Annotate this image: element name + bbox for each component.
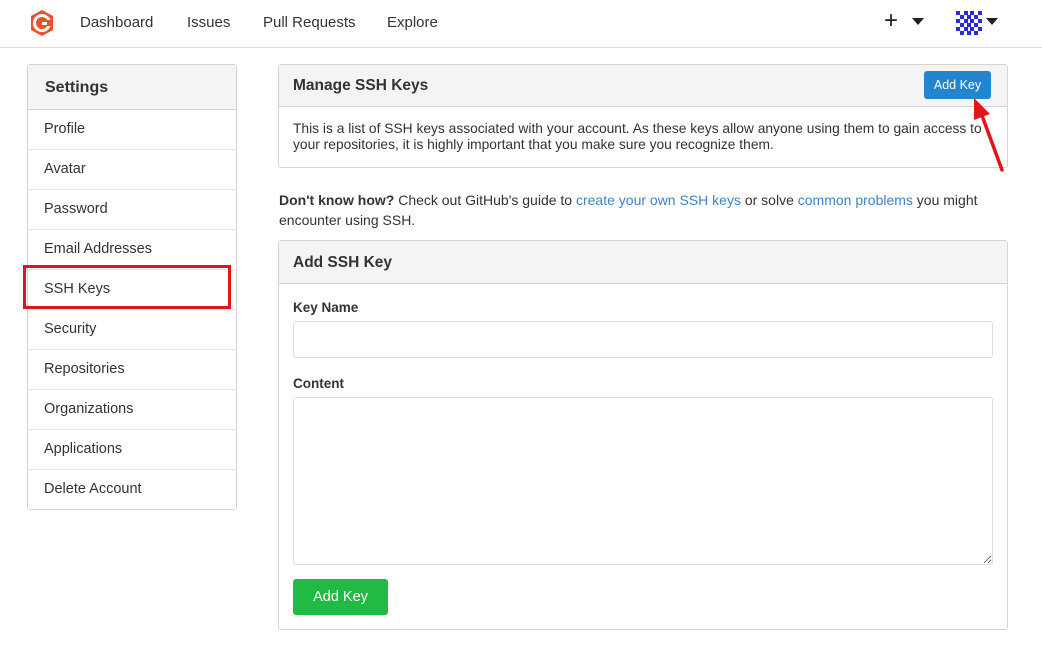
nav-explore[interactable]: Explore (387, 14, 438, 31)
sidebar-item-email-addresses[interactable]: Email Addresses (28, 230, 236, 270)
sidebar-title: Settings (28, 65, 236, 110)
sidebar-item-profile[interactable]: Profile (28, 110, 236, 150)
caret-down-icon (912, 18, 924, 25)
nav-issues[interactable]: Issues (187, 14, 230, 31)
sidebar-item-security[interactable]: Security (28, 310, 236, 350)
add-ssh-key-header: Add SSH Key (279, 241, 1007, 284)
help-bold: Don't know how? (279, 192, 395, 208)
key-name-input[interactable] (293, 321, 993, 358)
ssh-help-text: Don't know how? Check out GitHub's guide… (279, 190, 1009, 230)
plus-icon: + (884, 7, 899, 34)
user-menu-dropdown[interactable] (954, 9, 1000, 37)
sidebar-item-password[interactable]: Password (28, 190, 236, 230)
top-navbar: Dashboard Issues Pull Requests Explore + (0, 0, 1042, 48)
add-ssh-key-panel: Add SSH Key Key Name Content Add Key (278, 240, 1008, 630)
content-textarea[interactable] (293, 397, 993, 565)
sidebar-item-applications[interactable]: Applications (28, 430, 236, 470)
gitea-logo-icon[interactable] (28, 9, 56, 37)
sidebar-item-repositories[interactable]: Repositories (28, 350, 236, 390)
create-ssh-keys-link[interactable]: create your own SSH keys (576, 192, 741, 208)
key-name-label: Key Name (293, 300, 359, 315)
sidebar-item-organizations[interactable]: Organizations (28, 390, 236, 430)
help-text-1: Check out GitHub's guide to (394, 192, 576, 208)
nav-pull-requests[interactable]: Pull Requests (263, 14, 356, 31)
sidebar-item-delete-account[interactable]: Delete Account (28, 470, 236, 510)
content-label: Content (293, 376, 344, 391)
avatar-icon (956, 11, 982, 37)
manage-ssh-keys-panel: Manage SSH Keys Add Key This is a list o… (278, 64, 1008, 168)
ssh-keys-description: This is a list of SSH keys associated wi… (293, 121, 982, 152)
manage-ssh-keys-title: Manage SSH Keys (293, 77, 429, 94)
create-new-dropdown[interactable]: + (884, 7, 926, 37)
common-problems-link[interactable]: common problems (798, 192, 913, 208)
caret-down-icon (986, 18, 998, 25)
manage-ssh-keys-header: Manage SSH Keys Add Key (279, 65, 1007, 107)
sidebar-item-ssh-keys[interactable]: SSH Keys (28, 270, 236, 310)
add-key-submit-button[interactable]: Add Key (293, 579, 388, 615)
nav-dashboard[interactable]: Dashboard (80, 14, 153, 31)
add-key-header-button[interactable]: Add Key (924, 71, 991, 99)
settings-sidebar: Settings Profile Avatar Password Email A… (27, 64, 237, 510)
add-ssh-key-title: Add SSH Key (293, 254, 393, 271)
sidebar-item-avatar[interactable]: Avatar (28, 150, 236, 190)
help-text-2: or solve (740, 192, 798, 208)
